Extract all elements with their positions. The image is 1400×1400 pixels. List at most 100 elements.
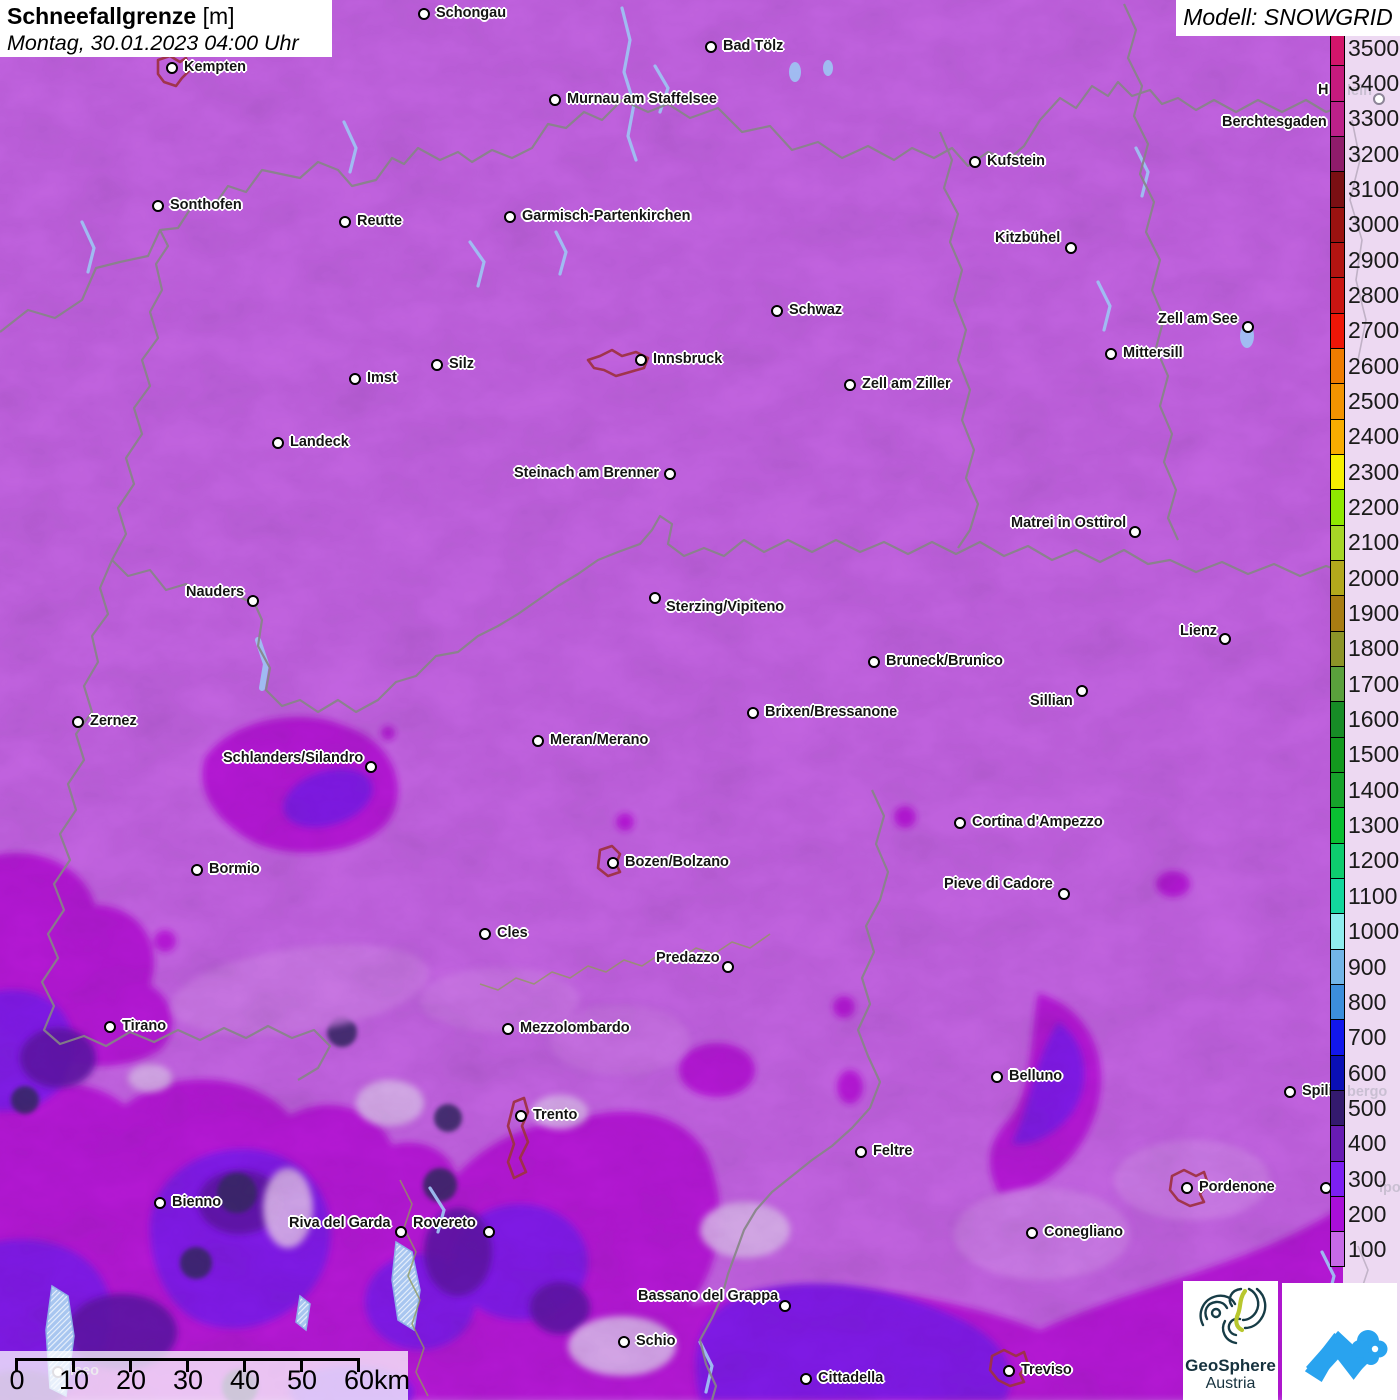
city-dot [1242,321,1254,333]
city-label: Bad Tölz [723,38,784,54]
city-label: Lienz [1180,623,1218,639]
city-dot [1065,242,1077,254]
geosphere-logo: GeoSphere Austria [1183,1281,1278,1400]
city-dot [154,1197,166,1209]
city-dot [395,1226,407,1238]
colorbar-value: 2500 [1348,388,1400,415]
city-label: Reutte [357,213,403,229]
city-dot [779,1300,791,1312]
colorbar-segment [1331,31,1344,67]
city-dot [479,928,491,940]
city-dot [664,468,676,480]
city-label: Meran/Merano [550,732,649,748]
title-unit: [m] [202,3,235,29]
colorbar-segment [1331,596,1344,632]
colorbar-segment [1331,1055,1344,1091]
colorbar-value: 3200 [1348,140,1400,167]
colorbar-segment [1331,737,1344,773]
colorbar-segment [1331,1020,1344,1056]
colorbar-value: 100 [1348,1236,1387,1263]
colorbar-value: 1600 [1348,706,1400,733]
city-dot [349,373,361,385]
scale-bar-label: 60km [343,1365,411,1395]
colorbar-value: 2400 [1348,423,1400,450]
city-label: Zell am Ziller [862,376,951,392]
city-label: Schwaz [789,302,843,318]
colorbar-segment [1331,66,1344,102]
city-label: Zernez [90,713,137,729]
city-dot [1003,1365,1015,1377]
geosphere-name: GeoSphere [1185,1356,1276,1375]
city-dot [954,817,966,829]
colorbar-segment [1331,1090,1344,1127]
colorbar-value: 2100 [1348,529,1400,556]
city-label: Berchtesgaden [1222,114,1327,130]
city-label: Innsbruck [653,351,723,367]
scale-bar-label: 10 [58,1365,90,1395]
city-label: Bienno [172,1194,222,1210]
scale-bar: 0 10 20 30 40 50 60km [0,1351,411,1400]
city-label: Belluno [1009,1068,1063,1084]
city-label: Garmisch-Partenkirchen [522,208,691,224]
city-dot [868,656,880,668]
colorbar-value: 2700 [1348,317,1400,344]
colorbar-value: 3500 [1348,34,1400,61]
colorbar-segment [1331,984,1344,1021]
colorbar-value: 1700 [1348,670,1400,697]
city-label: Imst [367,370,397,386]
colorbar-segment [1331,490,1344,526]
colorbar-value: 1500 [1348,741,1400,768]
colorbar-value: 1000 [1348,918,1400,945]
map-datetime: Montag, 30.01.2023 04:00 Uhr [7,31,299,55]
city-label: Brixen/Bressanone [765,704,898,720]
colorbar-segment [1331,1232,1344,1267]
colorbar-value: 400 [1348,1130,1387,1157]
colorbar-value: 3300 [1348,105,1400,132]
city-dot [504,211,516,223]
city-label: Feltre [873,1143,913,1159]
city-dot [1129,526,1141,538]
colorbar-value: 1800 [1348,635,1400,662]
colorbar-segment [1331,525,1344,561]
city-dot [532,735,544,747]
city-label: Nauders [186,584,245,600]
geosphere-icon [1198,1287,1266,1345]
scale-bar-label: 20 [115,1365,147,1395]
city-label: Cortina d'Ampezzo [972,814,1103,830]
city-label: Matrei in Osttirol [1011,515,1127,531]
city-label: Pieve di Cadore [944,876,1053,892]
city-layer: Schongau Bad Tölz Kempten Murnau am Staffel… [0,0,1400,1400]
colorbar-value: 3100 [1348,176,1400,203]
colorbar-segment [1331,1161,1344,1197]
city-dot [618,1336,630,1348]
city-dot [166,62,178,74]
city-label: Bozen/Bolzano [625,854,729,870]
colorbar-value: 1200 [1348,847,1400,874]
city-dot [339,216,351,228]
city-label: H [1318,82,1329,98]
city-label: Cittadella [818,1370,884,1386]
mountain-cloud-icon [1304,1330,1388,1383]
city-dot [483,1226,495,1238]
city-dot [635,354,647,366]
colorbar-value: 1300 [1348,812,1400,839]
city-dot [1105,348,1117,360]
colorbar-value: 800 [1348,988,1387,1015]
colorbar-value: 300 [1348,1165,1387,1192]
city-label: Mezzolombardo [520,1020,630,1036]
colorbar-segment [1331,313,1344,349]
colorbar-segment [1331,207,1344,243]
partner-logo [1282,1283,1397,1400]
colorbar-segment [1331,772,1344,809]
city-label: Mittersill [1123,345,1183,361]
colorbar-segment [1331,419,1344,455]
city-label: Bruneck/Brunico [886,653,1003,669]
title-box: Schneefallgrenze [m] Montag, 30.01.2023 … [0,0,332,57]
city-label: Pordenone [1199,1179,1275,1195]
city-dot [365,761,377,773]
scale-bar-label: 50 [286,1365,318,1395]
colorbar-value: 1400 [1348,776,1400,803]
city-label: Schlanders/Silandro [223,750,364,766]
colorbar-value: 3000 [1348,211,1400,238]
colorbar [1330,30,1345,1268]
